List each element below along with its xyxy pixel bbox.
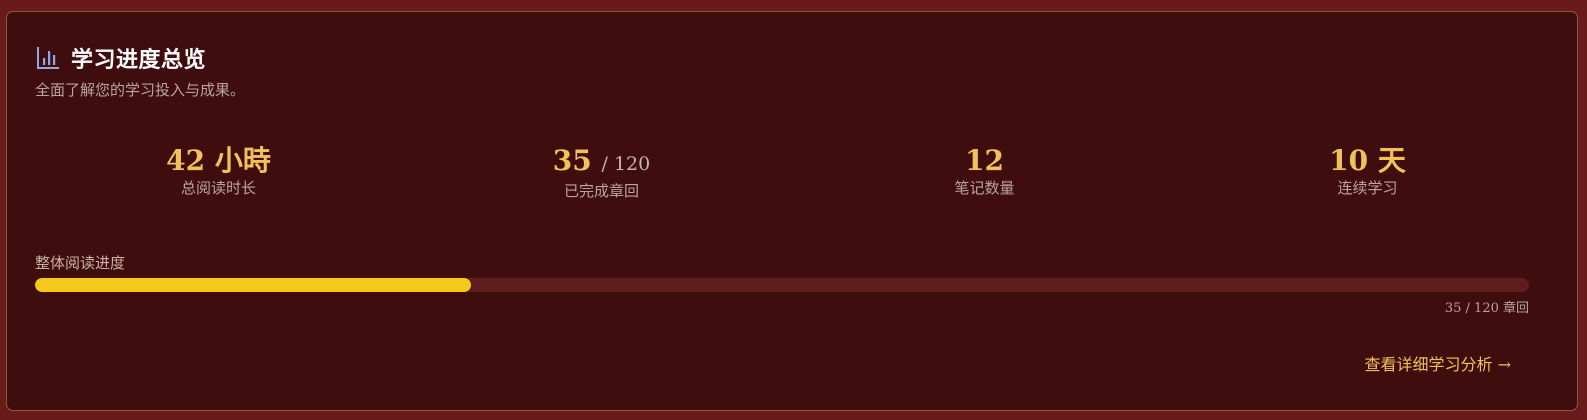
stat-reading-time: 42 小時 总阅读时长 xyxy=(27,143,410,200)
stat-value: 42 小時 xyxy=(166,144,271,177)
bar-chart-icon xyxy=(35,45,61,71)
stat-value: 35 xyxy=(552,144,592,177)
stat-label: 已完成章回 xyxy=(563,182,639,200)
progress-bar-fill xyxy=(35,278,471,292)
page-title: 学习进度总览 xyxy=(71,47,207,73)
stat-label: 笔记数量 xyxy=(954,179,1015,197)
stat-label: 总阅读时长 xyxy=(180,179,256,197)
stat-notes-count: 12 笔记数量 xyxy=(793,143,1176,200)
progress-bar xyxy=(35,278,1529,292)
stat-chapters-completed: 35 / 120 已完成章回 xyxy=(410,143,793,200)
stat-total: / 120 xyxy=(601,153,651,175)
progress-caption: 35 / 120 章回 xyxy=(1444,301,1529,316)
page-subtitle: 全面了解您的学习投入与成果。 xyxy=(35,81,246,99)
stat-value: 12 xyxy=(965,144,1004,177)
view-detailed-analysis-link[interactable]: 查看详细学习分析 → xyxy=(1365,351,1512,375)
stats-row: 42 小時 总阅读时长 35 / 120 已完成章回 12 笔记数量 10 天 … xyxy=(27,143,1559,200)
progress-overview-card: 学习进度总览 全面了解您的学习投入与成果。 42 小時 总阅读时长 35 / 1… xyxy=(6,11,1578,411)
stat-value: 10 天 xyxy=(1329,144,1406,177)
stat-label: 连续学习 xyxy=(1337,179,1398,197)
stat-streak: 10 天 连续学习 xyxy=(1176,143,1559,200)
progress-label: 整体阅读进度 xyxy=(35,254,126,272)
card-header: 学习进度总览 xyxy=(35,42,206,74)
